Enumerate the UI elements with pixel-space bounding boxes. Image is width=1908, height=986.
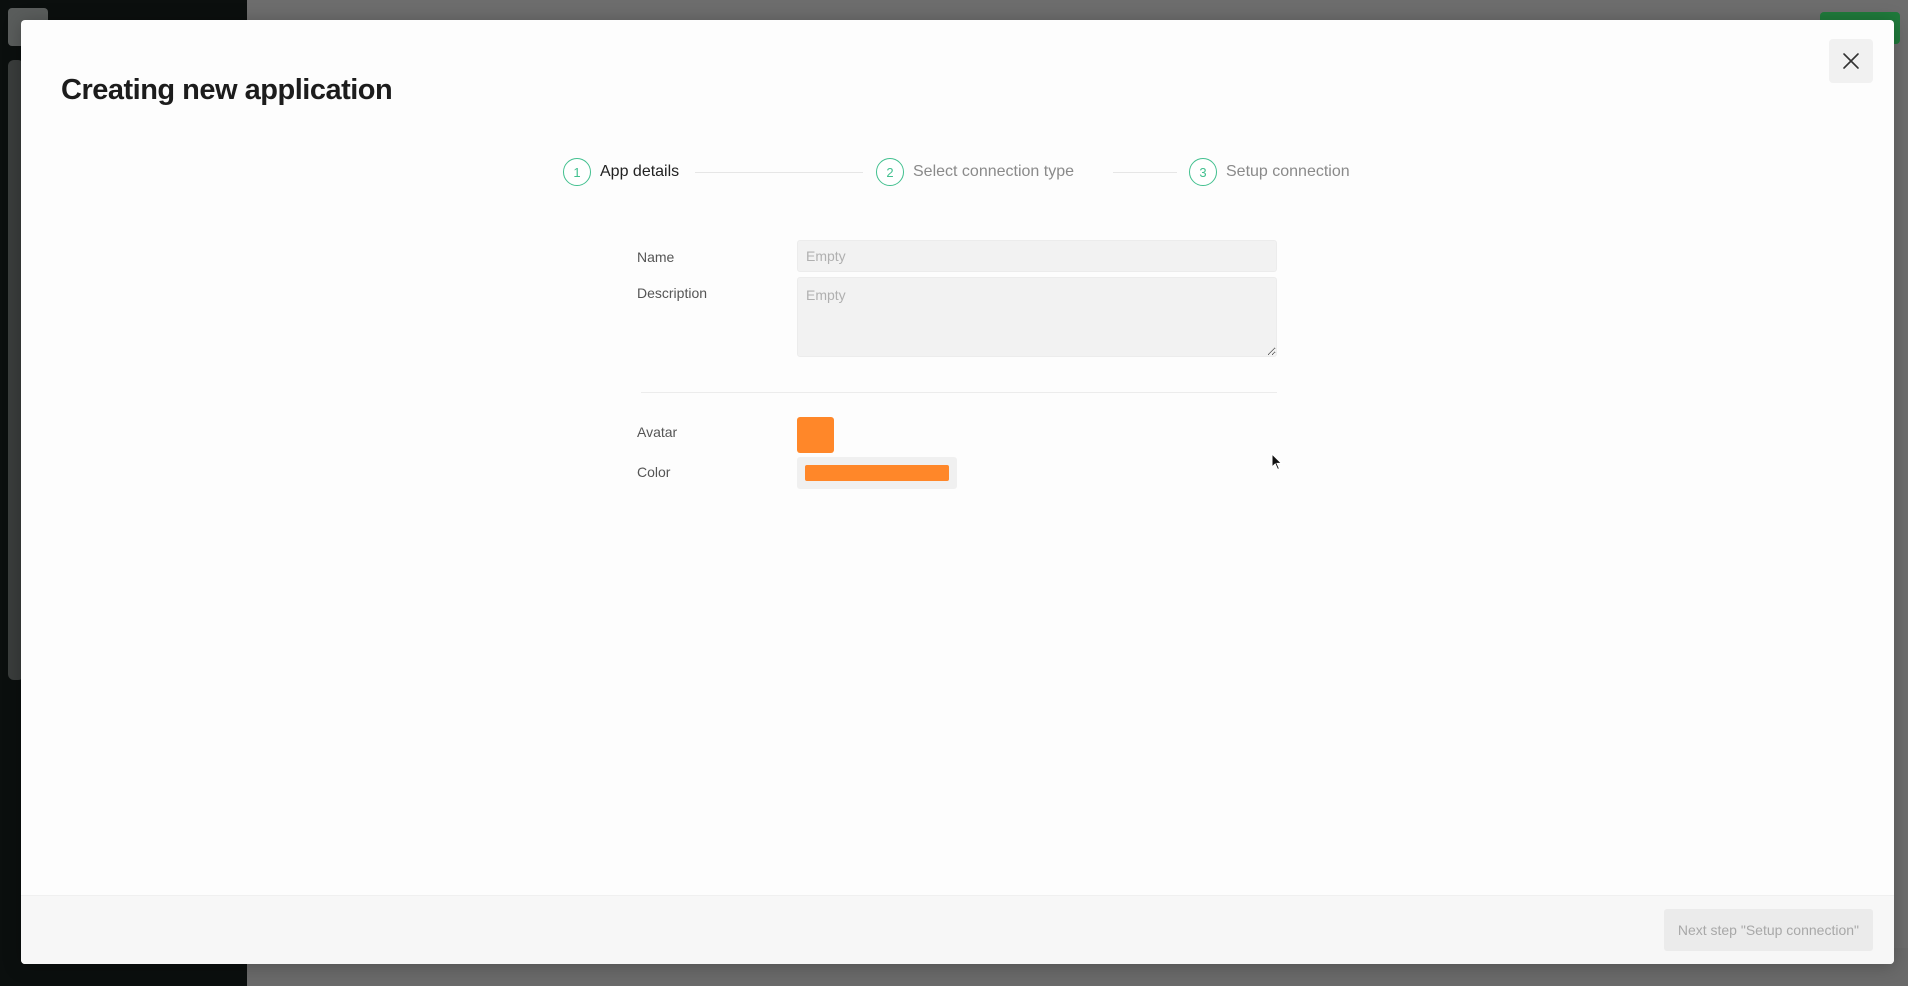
next-step-button[interactable]: Next step "Setup connection" xyxy=(1663,909,1873,951)
name-input[interactable] xyxy=(797,240,1277,272)
modal-title: Creating new application xyxy=(61,74,393,106)
step-number: 3 xyxy=(1189,158,1217,186)
name-label: Name xyxy=(637,249,675,265)
step-label: Select connection type xyxy=(913,163,1074,180)
description-input[interactable] xyxy=(797,277,1277,357)
form-divider xyxy=(641,392,1277,393)
create-application-modal: Creating new application 1 App details 2… xyxy=(21,20,1894,964)
close-button[interactable] xyxy=(1829,39,1873,83)
step-number: 1 xyxy=(563,158,591,186)
color-swatch xyxy=(805,465,949,481)
step-setup-connection[interactable]: 3 Setup connection xyxy=(1189,156,1350,188)
stepper: 1 App details 2 Select connection type 3… xyxy=(563,156,1373,188)
avatar-picker[interactable] xyxy=(797,417,834,453)
step-label: App details xyxy=(600,163,680,180)
color-picker[interactable] xyxy=(797,457,957,489)
stepper-connector xyxy=(1113,172,1177,173)
step-select-connection-type[interactable]: 2 Select connection type xyxy=(876,156,1074,188)
color-label: Color xyxy=(637,464,671,480)
avatar-label: Avatar xyxy=(637,424,678,440)
close-icon xyxy=(1843,53,1859,69)
step-label: Setup connection xyxy=(1226,163,1350,180)
stepper-connector xyxy=(695,172,863,173)
description-label: Description xyxy=(637,285,708,301)
modal-footer: Next step "Setup connection" xyxy=(21,895,1894,964)
step-app-details[interactable]: 1 App details xyxy=(563,156,679,188)
step-number: 2 xyxy=(876,158,904,186)
mouse-cursor-icon xyxy=(1271,453,1283,471)
